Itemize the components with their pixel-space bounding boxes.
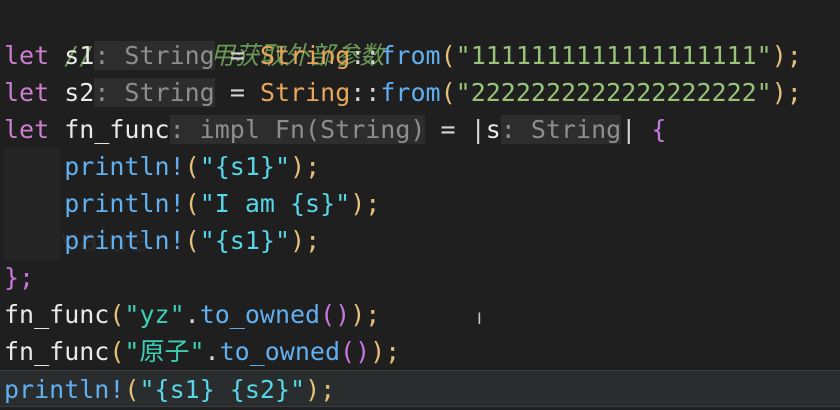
paren-open: ( [124, 375, 140, 404]
paren-close: ); [350, 189, 381, 218]
paren-close: ); [771, 78, 802, 107]
method-name: to_owned [199, 300, 321, 329]
paren-close: ); [290, 152, 321, 181]
keyword-let: let [4, 115, 50, 144]
assign-operator: = [229, 78, 245, 107]
code-line-1[interactable]: let s1: String = String::from("111111111… [4, 37, 802, 74]
text-cursor-icon: I [477, 309, 482, 328]
function-name: from [380, 41, 441, 70]
format-string: "I am {s}" [199, 189, 351, 218]
path-separator: :: [350, 41, 381, 70]
method-args: () [320, 300, 351, 329]
variable-name: fn_func [64, 115, 170, 144]
paren-close: ); [370, 337, 401, 366]
keyword-let: let [4, 41, 50, 70]
method-name: to_owned [219, 337, 341, 366]
format-string: "{s1} {s2}" [139, 375, 306, 404]
variable-name: s2 [64, 78, 95, 107]
code-line-current[interactable]: println!("{s1} {s2}"); [0, 370, 840, 407]
macro-name: println! [64, 152, 185, 181]
macro-name: println! [64, 226, 185, 255]
string-literal: "yz" [124, 300, 185, 329]
method-args: () [340, 337, 371, 366]
closure-bar-open: | [470, 115, 486, 144]
code-line-4[interactable]: println!("{s1}"); [4, 148, 320, 185]
code-line-8[interactable]: fn_func("yz".to_owned()); [4, 296, 380, 333]
code-line-6[interactable]: println!("{s1}"); [4, 222, 320, 259]
macro-name: println! [4, 375, 125, 404]
assign-operator: = [440, 115, 456, 144]
paren-close: ); [771, 41, 802, 70]
code-editor[interactable]: value // 不可变引用获取外部参数 let s1: String = St… [0, 0, 840, 410]
closure-bar-close: | [621, 115, 637, 144]
closure-end: }; [4, 263, 35, 292]
paren-open: ( [184, 189, 200, 218]
closure-param: s [485, 115, 501, 144]
function-call: fn_func [4, 300, 110, 329]
brace-open: { [651, 115, 667, 144]
string-literal: "1111111111111111111" [455, 41, 772, 70]
paren-open: ( [440, 41, 456, 70]
function-name: from [380, 78, 441, 107]
paren-close: ); [305, 375, 336, 404]
function-call: fn_func [4, 337, 110, 366]
code-line-comment[interactable]: // 不可变引用获取外部参数 [4, 0, 384, 70]
code-line-2[interactable]: let s2: String = String::from("222222222… [4, 74, 802, 111]
code-line-7[interactable]: }; [4, 259, 34, 296]
paren-close: ); [350, 300, 381, 329]
paren-open: ( [440, 78, 456, 107]
variable-name: s1 [64, 41, 95, 70]
type-inlay-hint: : impl Fn(String) [169, 115, 426, 144]
paren-close: ); [290, 226, 321, 255]
format-string: "{s1}" [199, 152, 291, 181]
macro-name: println! [64, 189, 185, 218]
type-inlay-hint: : String [94, 41, 215, 70]
type-name: String [259, 41, 351, 70]
code-line-9[interactable]: fn_func("原子".to_owned()); [4, 333, 400, 370]
param-type-hint: : String [500, 115, 622, 144]
dot-operator: . [184, 300, 200, 329]
string-literal: "原子" [124, 337, 205, 366]
string-literal: "2222222222222222222" [455, 78, 772, 107]
paren-open: ( [109, 300, 125, 329]
assign-operator: = [229, 41, 245, 70]
dot-operator: . [204, 337, 220, 366]
type-inlay-hint: : String [94, 78, 215, 107]
path-separator: :: [350, 78, 381, 107]
code-line-5[interactable]: println!("I am {s}"); [4, 185, 380, 222]
paren-open: ( [109, 337, 125, 366]
type-name: String [259, 78, 351, 107]
paren-open: ( [184, 152, 200, 181]
paren-open: ( [184, 226, 200, 255]
format-string: "{s1}" [199, 226, 291, 255]
code-line-3[interactable]: let fn_func: impl Fn(String) = |s: Strin… [4, 111, 666, 148]
keyword-let: let [4, 78, 50, 107]
